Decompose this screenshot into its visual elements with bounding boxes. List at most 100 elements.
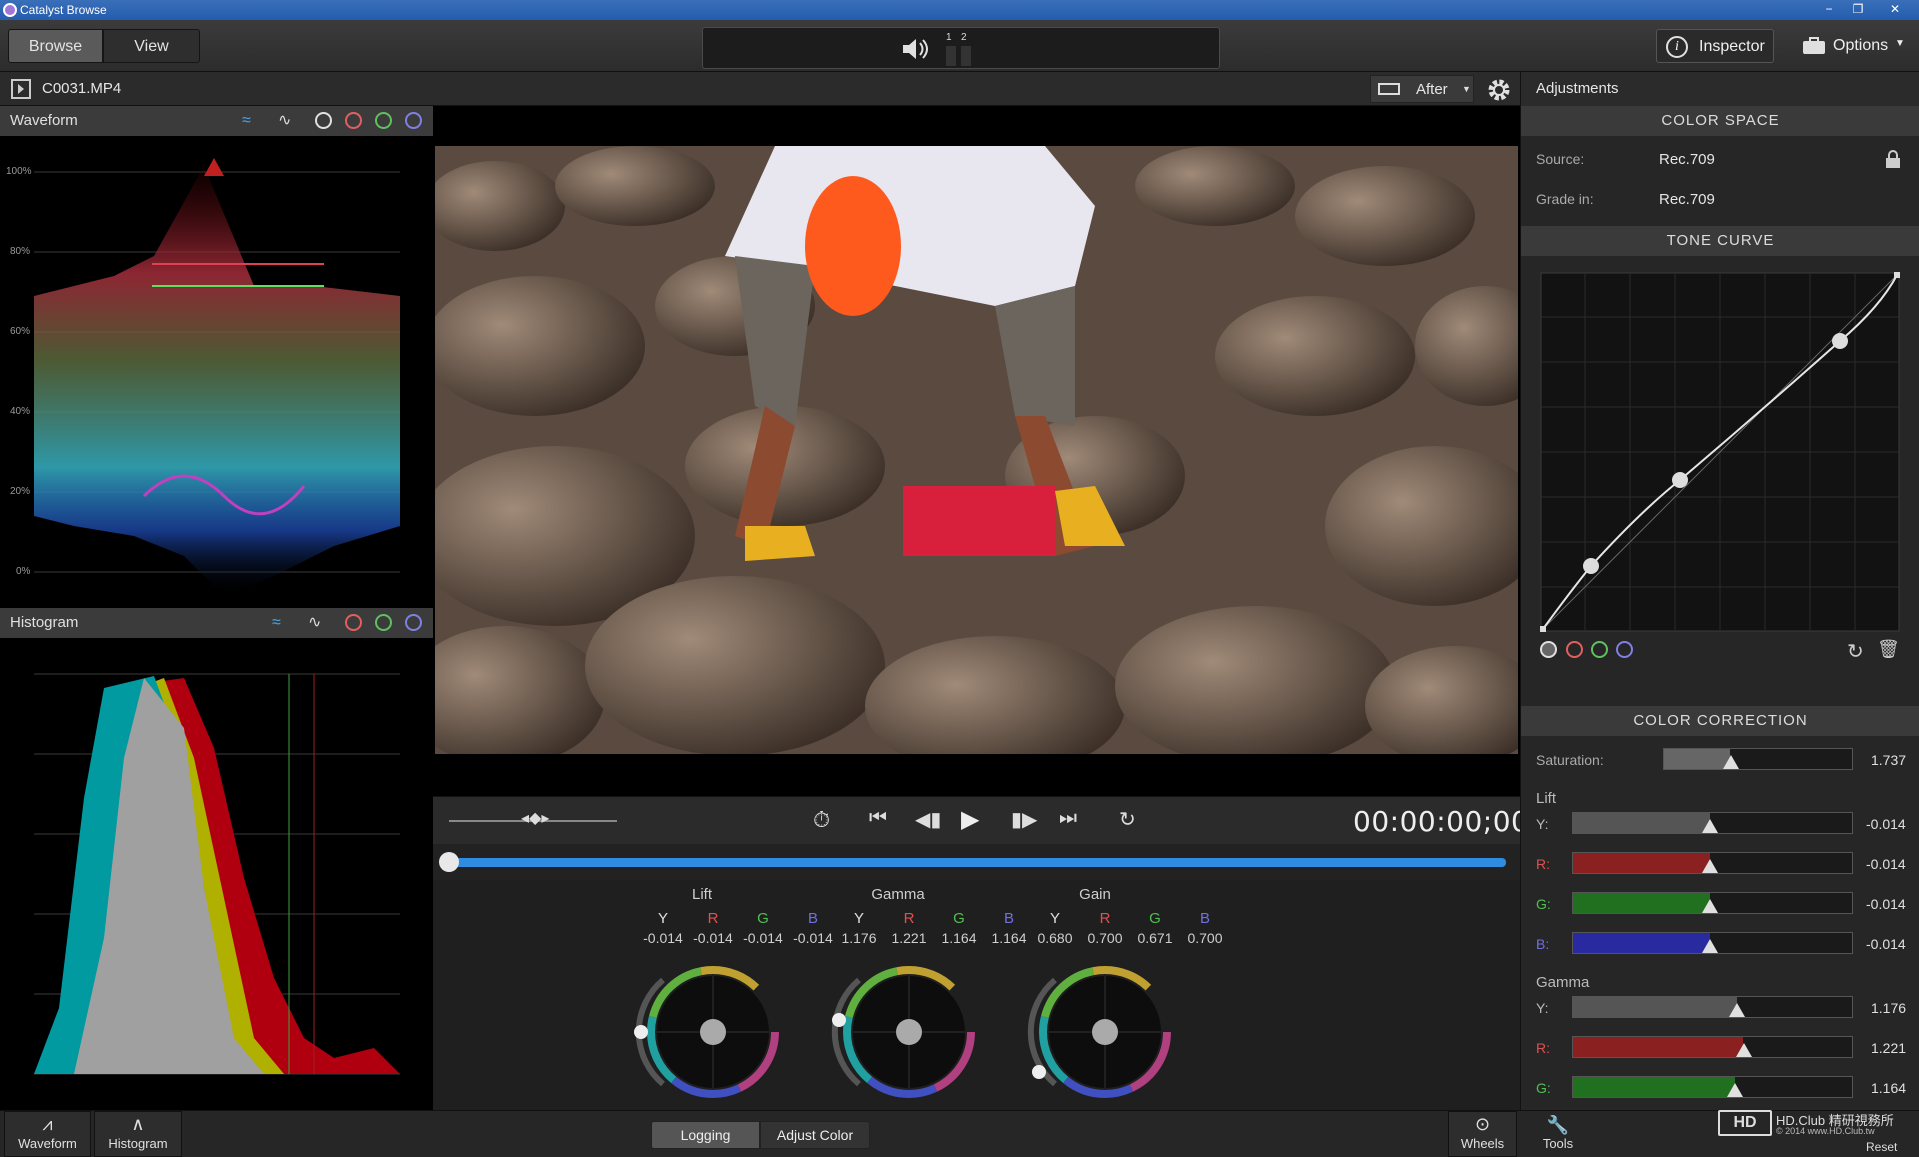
browse-button[interactable]: Browse <box>8 29 103 63</box>
blue-channel-toggle[interactable] <box>405 112 422 129</box>
histogram-header: Histogram ≈ ∿ <box>0 608 433 638</box>
lift-r-thumb[interactable] <box>1702 859 1718 873</box>
red-channel-toggle[interactable] <box>345 112 362 129</box>
green-channel-toggle[interactable] <box>375 112 392 129</box>
source-value[interactable]: Rec.709 <box>1659 151 1715 168</box>
parade-mode-icon[interactable]: ∿ <box>278 106 291 136</box>
gamma-g-thumb[interactable] <box>1727 1083 1743 1097</box>
jog-handle-icon[interactable]: ◂◆▸ <box>521 808 549 828</box>
lift-y-thumb[interactable] <box>1702 819 1718 833</box>
overlay-mode-icon[interactable]: ≈ <box>272 608 281 638</box>
waveform-trace <box>34 158 400 596</box>
options-menu-button[interactable]: Options ▼ <box>1800 29 1910 63</box>
gamma-r-thumb[interactable] <box>1736 1043 1752 1057</box>
scale-label: 100% <box>6 166 32 177</box>
lift-b-slider[interactable] <box>1572 932 1853 954</box>
chevron-down-icon: ▼ <box>1895 38 1905 49</box>
color-wheels-panel: Lift Y R G B -0.014 -0.014 -0.014 -0.014… <box>433 880 1520 1110</box>
view-button[interactable]: View <box>103 29 200 63</box>
channel-value: 0.700 <box>1187 930 1223 946</box>
next-frame-icon[interactable]: ▮▶ <box>1011 807 1037 832</box>
green-channel-toggle[interactable] <box>375 614 392 631</box>
speaker-icon[interactable] <box>901 37 929 61</box>
curve-red-toggle[interactable] <box>1566 641 1583 658</box>
minimize-button[interactable]: − <box>1816 0 1842 18</box>
curve-green-toggle[interactable] <box>1591 641 1608 658</box>
gamma-g-fill <box>1573 1077 1735 1097</box>
red-channel-toggle[interactable] <box>345 614 362 631</box>
restore-button[interactable]: ❐ <box>1845 0 1871 18</box>
blue-channel-toggle[interactable] <box>405 614 422 631</box>
channel-value: -0.014 <box>743 930 783 946</box>
histogram-trace <box>34 673 400 1075</box>
saturation-thumb[interactable] <box>1723 755 1739 769</box>
curve-blue-toggle[interactable] <box>1616 641 1633 658</box>
trash-icon[interactable]: 🗑 <box>1877 639 1900 660</box>
histogram-scope <box>0 638 433 1110</box>
watermark-logo: HD HD.Club 精研視務所 © 2014 www.HD.Club.tw <box>1718 1108 1918 1138</box>
lift-y-label: Y: <box>1536 816 1549 832</box>
timecode-display: 00:00:00;00 <box>1353 805 1530 838</box>
channel-value: 0.680 <box>1037 930 1073 946</box>
lift-y-slider[interactable] <box>1572 812 1853 834</box>
reset-curve-icon[interactable]: ↻ <box>1847 639 1864 664</box>
waveform-toggle-button[interactable]: ⩘ Waveform <box>4 1111 91 1157</box>
video-viewer[interactable] <box>433 106 1520 796</box>
channel-label: B <box>807 910 818 927</box>
timeline[interactable] <box>433 844 1520 880</box>
color-space-header: COLOR SPACE <box>1521 106 1919 136</box>
luma-channel-toggle[interactable] <box>315 112 332 129</box>
reset-button[interactable]: Reset <box>1866 1140 1897 1154</box>
tools-button[interactable]: 🔧 Tools <box>1538 1114 1578 1156</box>
wheels-toggle-button[interactable]: ⊙ Wheels <box>1448 1111 1517 1157</box>
histogram-toggle-button[interactable]: ∧ Histogram <box>94 1111 182 1157</box>
lift-color-wheel[interactable] <box>633 962 783 1102</box>
gear-icon[interactable] <box>1486 77 1512 103</box>
lift-b-fill <box>1573 933 1710 953</box>
inspector-button[interactable]: i Inspector <box>1656 29 1774 63</box>
close-button[interactable]: ✕ <box>1880 0 1910 18</box>
gamma-g-slider[interactable] <box>1572 1076 1853 1098</box>
channel-value: 1.164 <box>941 930 977 946</box>
watermark-copyright: © 2014 www.HD.Club.tw <box>1776 1126 1875 1136</box>
previous-frame-icon[interactable]: ◀▮ <box>915 807 941 832</box>
gamma-y-thumb[interactable] <box>1729 1003 1745 1017</box>
logging-tab[interactable]: Logging <box>651 1121 760 1149</box>
parade-mode-icon[interactable]: ∿ <box>308 608 321 638</box>
lock-icon[interactable] <box>1885 150 1901 168</box>
play-icon[interactable]: ▶ <box>961 805 979 834</box>
lift-g-slider[interactable] <box>1572 892 1853 914</box>
channel-value: -0.014 <box>793 930 833 946</box>
curve-luma-toggle[interactable] <box>1540 641 1557 658</box>
lift-g-thumb[interactable] <box>1702 899 1718 913</box>
gamma-color-wheel[interactable] <box>829 962 979 1102</box>
grade-in-value[interactable]: Rec.709 <box>1659 191 1715 208</box>
adjustments-title: Adjustments <box>1521 72 1919 106</box>
timeline-progress[interactable] <box>447 858 1506 867</box>
adjust-color-tab[interactable]: Adjust Color <box>760 1121 870 1149</box>
waveform-button-label: Waveform <box>18 1136 77 1151</box>
go-to-start-icon[interactable]: ⏮ <box>869 807 887 830</box>
gamma-y-label: Y: <box>1536 1000 1549 1016</box>
channel-1-label: 1 <box>946 32 952 43</box>
tone-curve-editor[interactable] <box>1540 272 1902 634</box>
gamma-y-value: 1.176 <box>1871 1000 1907 1016</box>
saturation-slider[interactable] <box>1663 748 1853 770</box>
go-to-end-icon[interactable]: ⏭ <box>1059 807 1077 830</box>
waveform-scope: 100% 80% 60% 40% 20% 0% <box>0 136 433 608</box>
lift-r-fill <box>1573 853 1710 873</box>
gamma-y-slider[interactable] <box>1572 996 1853 1018</box>
overlay-mode-icon[interactable]: ≈ <box>242 106 251 136</box>
view-mode-dropdown[interactable]: After ▼ <box>1370 75 1474 103</box>
lift-r-slider[interactable] <box>1572 852 1853 874</box>
lift-g-value: -0.014 <box>1866 896 1906 912</box>
channel-1-meter <box>946 46 956 66</box>
info-icon: i <box>1666 36 1688 58</box>
channel-2-label: 2 <box>961 32 967 43</box>
loop-icon[interactable]: ↻ <box>1119 807 1136 832</box>
playhead-handle[interactable] <box>439 852 459 872</box>
gamma-r-slider[interactable] <box>1572 1036 1853 1058</box>
lift-b-thumb[interactable] <box>1702 939 1718 953</box>
gain-color-wheel[interactable] <box>1025 962 1175 1102</box>
timer-icon[interactable]: ⏱ <box>813 807 830 833</box>
